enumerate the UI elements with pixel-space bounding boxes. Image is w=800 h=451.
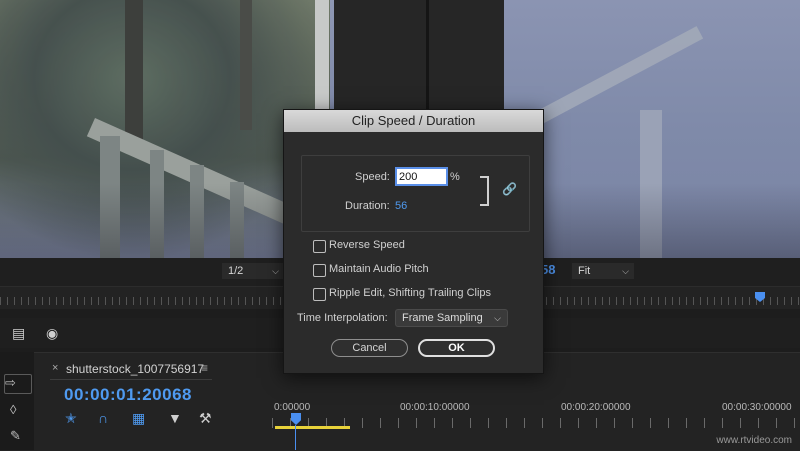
duration-value[interactable]: 56 [395,200,407,212]
pen-tool-icon[interactable]: ✎ [10,428,21,444]
nest-toggle-icon[interactable]: ✭ [65,410,77,427]
speed-input[interactable] [395,167,448,186]
export-frame-icon[interactable]: ▤ [12,326,25,340]
duration-label: Duration: [345,200,390,212]
timeline-playhead-line [295,425,296,450]
ripple-edit-label: Ripple Edit, Shifting Trailing Clips [329,287,492,299]
snap-magnet-icon[interactable]: ∩ [98,410,108,426]
tab-underline [50,379,212,380]
time-interpolation-select[interactable]: Frame Sampling ⌵ [395,309,508,327]
time-interpolation-value: Frame Sampling [402,312,483,324]
chevron-down-icon: ⌵ [494,313,501,323]
speed-unit: % [450,171,460,183]
timeline-ruler-label: 00:00:10:00000 [400,402,470,413]
sequence-timecode[interactable]: 00:00:01:20068 [64,385,192,405]
add-marker-icon[interactable]: ▼ [168,410,182,426]
reverse-speed-label: Reverse Speed [329,239,405,251]
cancel-button[interactable]: Cancel [331,339,408,357]
timeline-ruler-label: 0:00000 [274,402,311,413]
speed-label: Speed: [355,171,390,183]
close-tab-icon[interactable]: × [52,362,58,374]
tools-panel: ⇨ ◊ ✎ [0,352,34,450]
zoom-fit-select[interactable]: Fit ⌵ [572,263,634,279]
link-bracket [480,176,489,206]
timeline-ruler-ticks[interactable] [272,418,800,428]
maintain-audio-pitch-label: Maintain Audio Pitch [329,263,429,275]
camera-icon[interactable]: ◉ [46,326,58,340]
chevron-down-icon: ⌵ [622,266,629,276]
ripple-edit-checkbox[interactable] [313,288,326,301]
timeline-ruler-label: 00:00:30:00000 [722,402,792,413]
timeline-ruler-label: 00:00:20:00000 [561,402,631,413]
dialog-title: Clip Speed / Duration [284,110,543,132]
reverse-speed-checkbox[interactable] [313,240,326,253]
razor-tool-icon[interactable]: ◊ [10,402,16,417]
clip-speed-duration-dialog: Clip Speed / Duration Speed: % Duration:… [283,109,544,374]
watermark: www.rtvideo.com [716,435,792,446]
resolution-select[interactable]: 1/2 ⌵ [222,263,284,279]
chevron-down-icon: ⌵ [272,266,279,276]
sequence-tab-name[interactable]: shutterstock_1007756917 [66,362,204,376]
panel-menu-icon[interactable]: ≡ [201,361,208,375]
linked-selection-icon[interactable]: ▦ [132,410,145,427]
link-icon[interactable]: 🔗 [502,182,517,196]
wrench-icon[interactable]: ⚒ [199,410,212,427]
work-area-bar[interactable] [275,426,350,429]
track-select-tool-icon[interactable]: ⇨ [4,374,32,394]
resolution-value: 1/2 [228,265,244,277]
zoom-fit-value: Fit [578,265,591,277]
maintain-audio-pitch-checkbox[interactable] [313,264,326,277]
time-interpolation-label: Time Interpolation: [297,312,388,324]
ok-button[interactable]: OK [418,339,495,357]
